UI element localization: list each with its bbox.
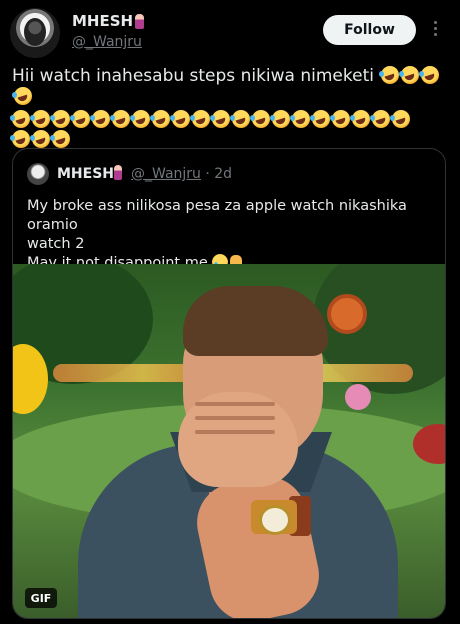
quoted-text-line: watch 2 bbox=[27, 236, 85, 252]
rolling-on-the-floor-laughing-icon bbox=[90, 110, 110, 128]
rolling-on-the-floor-laughing-icon bbox=[190, 110, 210, 128]
quoted-timestamp: · 2d bbox=[205, 166, 233, 182]
gif-media[interactable]: GIF bbox=[13, 264, 445, 618]
laughing-emoji-row bbox=[10, 130, 452, 148]
quoted-handle: @_Wanjru bbox=[131, 166, 201, 182]
finger-lines bbox=[195, 402, 275, 406]
rolling-on-the-floor-laughing-icon bbox=[210, 110, 230, 128]
more-options-icon[interactable] bbox=[430, 18, 440, 40]
rolling-on-the-floor-laughing-icon bbox=[10, 130, 30, 148]
rolling-on-the-floor-laughing-icon bbox=[12, 87, 32, 105]
rolling-on-the-floor-laughing-icon bbox=[30, 110, 50, 128]
rolling-on-the-floor-laughing-icon bbox=[110, 110, 130, 128]
wristwatch-icon bbox=[251, 500, 297, 535]
quoted-text: My broke ass nilikosa pesa za apple watc… bbox=[27, 197, 433, 273]
rolling-on-the-floor-laughing-icon bbox=[419, 66, 440, 84]
rolling-on-the-floor-laughing-icon bbox=[10, 110, 30, 128]
pink-flower bbox=[345, 384, 371, 410]
man-hair bbox=[183, 286, 328, 356]
quoted-avatar bbox=[27, 163, 49, 185]
rolling-on-the-floor-laughing-icon bbox=[290, 110, 310, 128]
rolling-on-the-floor-laughing-icon bbox=[70, 110, 90, 128]
rolling-on-the-floor-laughing-icon bbox=[150, 110, 170, 128]
quoted-handle-time: @_Wanjru · 2d bbox=[131, 166, 232, 182]
follow-button[interactable]: Follow bbox=[323, 15, 416, 45]
hand-over-mouth bbox=[178, 392, 298, 487]
rolling-on-the-floor-laughing-icon bbox=[130, 110, 150, 128]
rolling-on-the-floor-laughing-icon bbox=[230, 110, 250, 128]
rolling-on-the-floor-laughing-icon bbox=[270, 110, 290, 128]
emoji-badge-icon bbox=[114, 165, 122, 180]
rolling-on-the-floor-laughing-icon bbox=[50, 130, 70, 148]
display-name[interactable]: MHESH bbox=[72, 12, 133, 30]
rolling-on-the-floor-laughing-icon bbox=[390, 110, 410, 128]
quoted-display-name: MHESH bbox=[57, 166, 115, 182]
author-name-row[interactable]: MHESH bbox=[72, 12, 145, 30]
rolling-on-the-floor-laughing-icon bbox=[350, 110, 370, 128]
avatar[interactable] bbox=[10, 8, 60, 58]
rolling-on-the-floor-laughing-icon bbox=[399, 66, 420, 84]
rolling-on-the-floor-laughing-icon bbox=[170, 110, 190, 128]
rolling-on-the-floor-laughing-icon bbox=[370, 110, 390, 128]
emoji-badge-icon bbox=[135, 13, 145, 29]
tweet-body: Hii watch inahesabu steps nikiwa nimeket… bbox=[12, 66, 374, 86]
tweet-header: MHESH @_Wanjru Follow bbox=[0, 0, 460, 66]
laughing-emoji-row bbox=[10, 110, 452, 128]
rolling-on-the-floor-laughing-icon bbox=[330, 110, 350, 128]
quoted-tweet[interactable]: MHESH @_Wanjru · 2d My broke ass nilikos… bbox=[12, 148, 446, 619]
gif-badge: GIF bbox=[25, 588, 57, 608]
quoted-text-line: My broke ass nilikosa pesa za apple watc… bbox=[27, 198, 407, 233]
rolling-on-the-floor-laughing-icon bbox=[379, 66, 400, 84]
rolling-on-the-floor-laughing-icon bbox=[250, 110, 270, 128]
rolling-on-the-floor-laughing-icon bbox=[310, 110, 330, 128]
orange-decoration bbox=[327, 294, 367, 334]
author-handle[interactable]: @_Wanjru bbox=[72, 34, 142, 50]
rolling-on-the-floor-laughing-icon bbox=[30, 130, 50, 148]
tweet-text: Hii watch inahesabu steps nikiwa nimeket… bbox=[10, 66, 452, 148]
rolling-on-the-floor-laughing-icon bbox=[50, 110, 70, 128]
